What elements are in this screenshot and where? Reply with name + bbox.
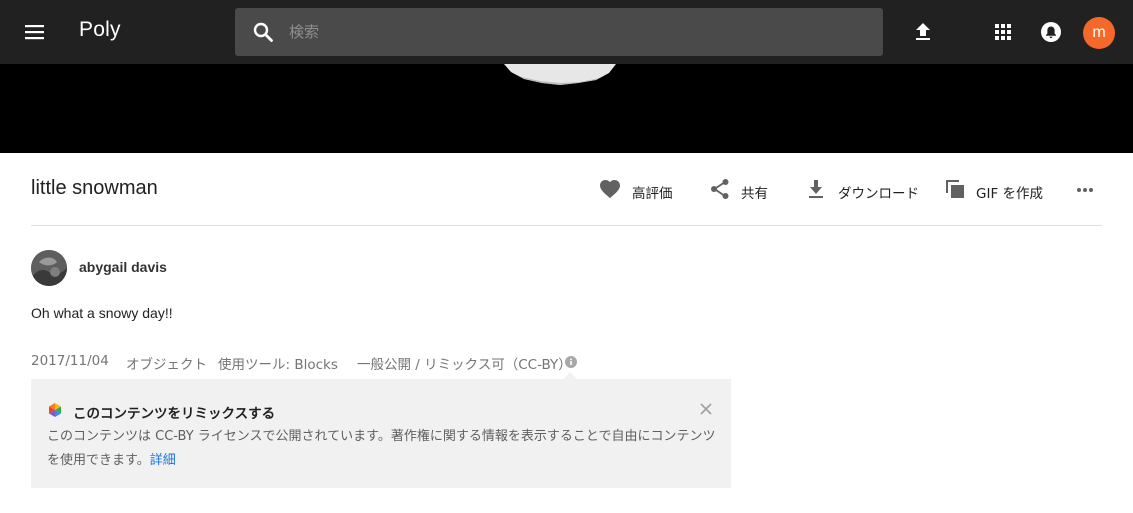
notifications-bell-icon[interactable] [1039, 20, 1063, 44]
top-app-bar: Poly m [0, 0, 1133, 64]
published-date: 2017/11/04 [31, 353, 109, 369]
asset-type: オブジェクト [126, 357, 207, 373]
poly-hexagon-logo-icon [49, 403, 61, 417]
more-horizontal-icon [1077, 188, 1093, 192]
download-button[interactable]: ダウンロード [804, 177, 919, 203]
hamburger-menu-icon [25, 25, 44, 40]
poly-logo[interactable]: Poly [79, 18, 121, 42]
asset-description: Oh what a snowy day!! [31, 305, 173, 321]
info-icon[interactable] [565, 356, 577, 368]
menu-button[interactable] [17, 18, 53, 46]
author-avatar[interactable] [31, 250, 67, 286]
close-icon[interactable] [697, 400, 715, 418]
create-gif-label: GIF を作成 [976, 186, 1043, 202]
author-photo-icon [31, 250, 67, 286]
like-label: 高評価 [632, 186, 673, 202]
share-icon [711, 179, 729, 199]
license-info: 一般公開 / リミックス可（CC-BY） [357, 357, 572, 373]
like-button[interactable]: 高評価 [598, 177, 678, 203]
remix-body-text: このコンテンツは CC-BY ライセンスで公開されています。著作権に関する情報を… [47, 429, 716, 468]
share-label: 共有 [741, 186, 768, 202]
apps-grid-icon[interactable] [991, 20, 1015, 44]
share-button[interactable]: 共有 [708, 177, 770, 203]
learn-more-link[interactable]: 詳細 [150, 453, 176, 468]
model-viewer[interactable] [0, 64, 1133, 153]
asset-title: little snowman [31, 177, 158, 199]
search-bar [235, 8, 883, 56]
download-label: ダウンロード [838, 186, 919, 202]
creation-tool: 使用ツール: Blocks [218, 357, 338, 373]
account-avatar[interactable]: m [1083, 17, 1115, 49]
create-gif-button[interactable]: GIF を作成 [943, 177, 1043, 203]
remix-notice-card: このコンテンツをリミックスする このコンテンツは CC-BY ライセンスで公開さ… [31, 379, 731, 488]
download-icon [809, 180, 823, 198]
upload-icon[interactable] [911, 20, 935, 44]
remix-body: このコンテンツは CC-BY ライセンスで公開されています。著作権に関する情報を… [47, 425, 727, 473]
remix-title: このコンテンツをリミックスする [73, 406, 276, 422]
snowman-model-preview [504, 64, 616, 85]
search-input[interactable] [289, 18, 869, 46]
search-icon[interactable] [251, 20, 275, 44]
heart-icon [600, 180, 620, 199]
author-name[interactable]: abygail davis [79, 259, 167, 275]
asset-header: little snowman 高評価 共有 ダウンロード GIF を作成 [31, 153, 1102, 226]
gif-copy-icon [946, 180, 964, 198]
more-options-button[interactable] [1074, 177, 1098, 203]
